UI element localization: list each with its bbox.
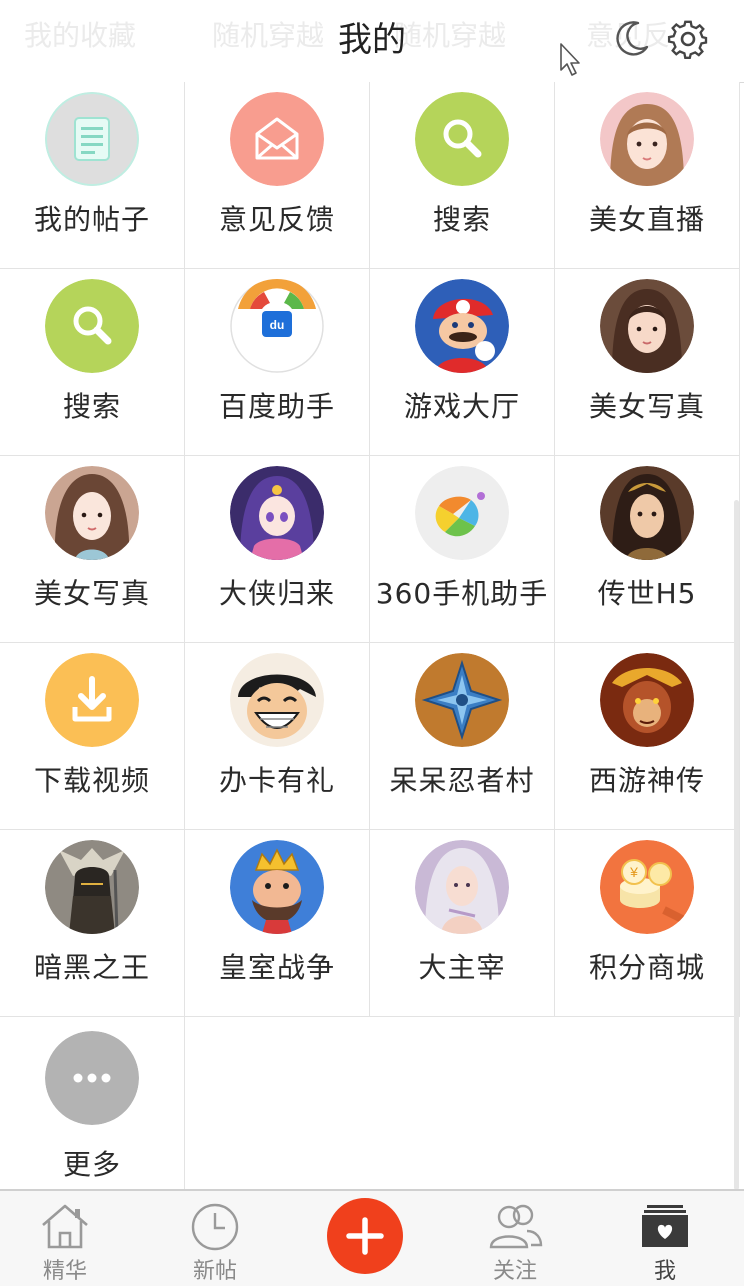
plus-icon	[346, 1217, 384, 1255]
svg-text:¥: ¥	[629, 864, 638, 880]
grid-item-label: 百度助手	[218, 390, 335, 423]
grid-item-label: 美女直播	[588, 203, 705, 236]
tab-label: 我	[653, 1259, 676, 1284]
grid-item-label: 办卡有礼	[218, 764, 335, 797]
tab-label: 精华	[42, 1259, 87, 1284]
mouse-cursor-icon	[560, 43, 580, 76]
download-icon	[45, 653, 139, 747]
avatar-girl-icon	[45, 466, 139, 560]
grid-item-label: 皇室战争	[218, 951, 335, 984]
grid-item-label: 积分商城	[588, 951, 705, 984]
360-icon	[415, 466, 509, 560]
tab-new-posts[interactable]: 新帖	[155, 1191, 275, 1286]
grid-item-label: 大侠归来	[218, 577, 335, 610]
grid-item-beauty-photos-2[interactable]: 美女写真	[0, 456, 185, 643]
grid-item-beauty-live[interactable]: 美女直播	[555, 82, 740, 269]
people-icon	[489, 1204, 543, 1249]
avatar-girl-icon	[600, 92, 694, 186]
grid-item-label: 下载视频	[33, 764, 150, 797]
search-icon	[45, 279, 139, 373]
grid-item-search-2[interactable]: 搜索	[0, 269, 185, 456]
grid-item-label: 暗黑之王	[33, 951, 150, 984]
feature-grid: 我的帖子 意见反馈 搜索 美女直播 搜索 du 百度助手 游戏大厅 美女写真 美…	[0, 82, 740, 1207]
svg-text:du: du	[270, 318, 285, 332]
grid-item-label: 更多	[62, 1148, 121, 1181]
anime-girl-icon	[230, 466, 324, 560]
top-header: 我的收藏 随机穿越 随机穿越 意见反 我的	[0, 0, 744, 83]
grid-item-points-mall[interactable]: ¥ 积分商城	[555, 830, 740, 1017]
avatar-girl-icon	[600, 279, 694, 373]
grid-item-clash-royale[interactable]: 皇室战争	[185, 830, 370, 1017]
create-post-button[interactable]	[327, 1198, 403, 1274]
baidu-icon: du	[230, 279, 324, 373]
grid-item-hero-returns[interactable]: 大侠归来	[185, 456, 370, 643]
scrollbar[interactable]	[734, 500, 739, 1190]
grid-item-feedback[interactable]: 意见反馈	[185, 82, 370, 269]
grid-item-great-ruler[interactable]: 大主宰	[370, 830, 555, 1017]
luffy-icon	[230, 653, 324, 747]
home-icon	[42, 1204, 88, 1249]
clock-icon	[191, 1203, 239, 1251]
grid-item-label: 美女写真	[588, 390, 705, 423]
envelope-icon	[230, 92, 324, 186]
grid-item-label: 呆呆忍者村	[389, 764, 535, 797]
grid-item-360-assistant[interactable]: 360手机助手	[370, 456, 555, 643]
warrior-icon	[600, 466, 694, 560]
profile-box-icon	[642, 1205, 688, 1247]
grid-item-label: 360手机助手	[375, 577, 549, 610]
tab-me[interactable]: 我	[605, 1191, 725, 1286]
grid-item-label: 美女写真	[33, 577, 150, 610]
search-icon	[415, 92, 509, 186]
grid-item-game-hall[interactable]: 游戏大厅	[370, 269, 555, 456]
document-icon	[45, 92, 139, 186]
grid-item-dark-king[interactable]: 暗黑之王	[0, 830, 185, 1017]
coins-icon: ¥	[600, 840, 694, 934]
grid-item-label: 西游神传	[588, 764, 705, 797]
night-mode-moon-icon[interactable]	[612, 18, 652, 58]
grid-item-label: 游戏大厅	[403, 390, 520, 423]
grid-item-ninja-village[interactable]: 呆呆忍者村	[370, 643, 555, 830]
monkey-king-icon	[600, 653, 694, 747]
grid-item-journey-west[interactable]: 西游神传	[555, 643, 740, 830]
grid-item-label: 传世H5	[597, 577, 697, 610]
grid-item-search[interactable]: 搜索	[370, 82, 555, 269]
grid-item-beauty-photos[interactable]: 美女写真	[555, 269, 740, 456]
dark-knight-icon	[45, 840, 139, 934]
grid-item-my-posts[interactable]: 我的帖子	[0, 82, 185, 269]
settings-gear-icon[interactable]	[666, 16, 710, 60]
grid-item-download-video[interactable]: 下载视频	[0, 643, 185, 830]
more-icon	[45, 1031, 139, 1125]
tab-label: 新帖	[192, 1259, 237, 1284]
grid-item-label: 意见反馈	[218, 203, 335, 236]
grid-item-label: 搜索	[62, 390, 121, 423]
tab-follow[interactable]: 关注	[455, 1191, 575, 1286]
clash-king-icon	[230, 840, 324, 934]
mario-icon	[415, 279, 509, 373]
shuriken-icon	[415, 653, 509, 747]
grid-item-label: 搜索	[432, 203, 491, 236]
grid-item-card-gift[interactable]: 办卡有礼	[185, 643, 370, 830]
grid-item-baidu-assistant[interactable]: du 百度助手	[185, 269, 370, 456]
grid-item-label: 我的帖子	[33, 203, 150, 236]
grid-item-more[interactable]: 更多	[0, 1017, 185, 1207]
grid-item-label: 大主宰	[418, 951, 506, 984]
fantasy-girl-icon	[415, 840, 509, 934]
tab-label: 关注	[492, 1259, 537, 1284]
grid-item-chuanshi-h5[interactable]: 传世H5	[555, 456, 740, 643]
tab-essence[interactable]: 精华	[5, 1191, 125, 1286]
